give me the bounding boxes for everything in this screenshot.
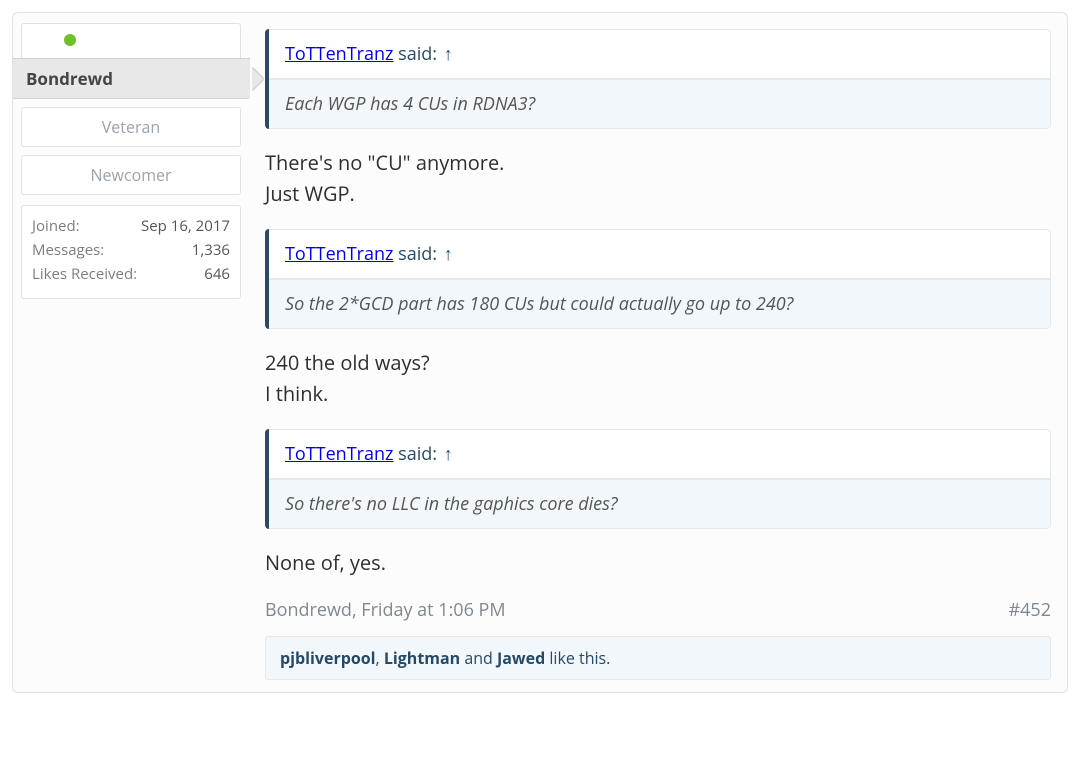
quote-block: ToTTenTranz said: ↑ So the 2*GCD part ha…: [265, 229, 1051, 329]
stat-likes: Likes Received: 646: [32, 264, 230, 284]
meta-time-link[interactable]: Friday at 1:06 PM: [361, 598, 505, 622]
username-ribbon[interactable]: Bondrewd: [12, 58, 250, 99]
goto-quote-icon[interactable]: ↑: [444, 442, 453, 466]
quote-attribution: ToTTenTranz said: ↑: [269, 429, 1050, 479]
quote-said: said:: [393, 242, 441, 266]
stat-joined: Joined: Sep 16, 2017: [32, 216, 230, 236]
quote-body: So the 2*GCD part has 180 CUs but could …: [269, 279, 1050, 329]
username: Bondrewd: [26, 67, 113, 90]
stat-value: 1,336: [192, 240, 230, 260]
quote-body: So there's no LLC in the gaphics core di…: [269, 479, 1050, 529]
reply-line: There's no "CU" anymore.: [265, 149, 504, 176]
likes-tail: like this.: [545, 647, 610, 669]
meta-left: Bondrewd, Friday at 1:06 PM: [265, 598, 506, 622]
quote-said: said:: [393, 442, 441, 466]
reply-line: 240 the old ways?: [265, 349, 430, 376]
likes-sep: and: [460, 647, 497, 669]
quote-attribution: ToTTenTranz said: ↑: [269, 29, 1050, 79]
quote-author-link[interactable]: ToTTenTranz: [285, 442, 393, 466]
liker-link[interactable]: Jawed: [497, 647, 545, 669]
likes-bar: pjbliverpool, Lightman and Jawed like th…: [265, 636, 1051, 680]
meta-sep: ,: [352, 598, 361, 622]
user-header-top: [22, 24, 240, 58]
liker-link[interactable]: Lightman: [384, 647, 460, 669]
liker-link[interactable]: pjbliverpool: [280, 647, 376, 669]
user-title-secondary: Newcomer: [21, 155, 241, 195]
reply-text: None of, yes.: [265, 547, 1051, 578]
quote-block: ToTTenTranz said: ↑ Each WGP has 4 CUs i…: [265, 29, 1051, 129]
reply-line: None of, yes.: [265, 549, 386, 576]
stat-label: Messages:: [32, 240, 104, 260]
quote-author-link[interactable]: ToTTenTranz: [285, 42, 393, 66]
likes-sep: ,: [376, 647, 384, 669]
quote-body: Each WGP has 4 CUs in RDNA3?: [269, 79, 1050, 129]
stat-value: Sep 16, 2017: [141, 216, 230, 236]
reply-text: There's no "CU" anymore. Just WGP.: [265, 147, 1051, 209]
stat-label: Likes Received:: [32, 264, 137, 284]
user-column: Bondrewd Veteran Newcomer Joined: Sep 16…: [13, 13, 249, 692]
quote-block: ToTTenTranz said: ↑ So there's no LLC in…: [265, 429, 1051, 529]
stat-messages: Messages: 1,336: [32, 240, 230, 260]
stat-label: Joined:: [32, 216, 80, 236]
reply-text: 240 the old ways? I think.: [265, 347, 1051, 409]
forum-post: Bondrewd Veteran Newcomer Joined: Sep 16…: [12, 12, 1068, 693]
permalink[interactable]: #452: [1008, 598, 1051, 622]
user-title-primary: Veteran: [21, 107, 241, 147]
goto-quote-icon[interactable]: ↑: [444, 242, 453, 266]
meta-author-link[interactable]: Bondrewd: [265, 598, 352, 622]
quote-attribution: ToTTenTranz said: ↑: [269, 229, 1050, 279]
online-indicator-icon: [64, 34, 76, 46]
goto-quote-icon[interactable]: ↑: [444, 42, 453, 66]
user-header: Bondrewd: [21, 23, 241, 99]
quote-author-link[interactable]: ToTTenTranz: [285, 242, 393, 266]
quote-said: said:: [393, 42, 441, 66]
message-column: ToTTenTranz said: ↑ Each WGP has 4 CUs i…: [249, 13, 1067, 692]
post-meta: Bondrewd, Friday at 1:06 PM #452: [265, 598, 1051, 622]
stat-value: 646: [204, 264, 230, 284]
reply-line: I think.: [265, 380, 328, 407]
user-stats: Joined: Sep 16, 2017 Messages: 1,336 Lik…: [21, 205, 241, 299]
reply-line: Just WGP.: [265, 180, 355, 207]
